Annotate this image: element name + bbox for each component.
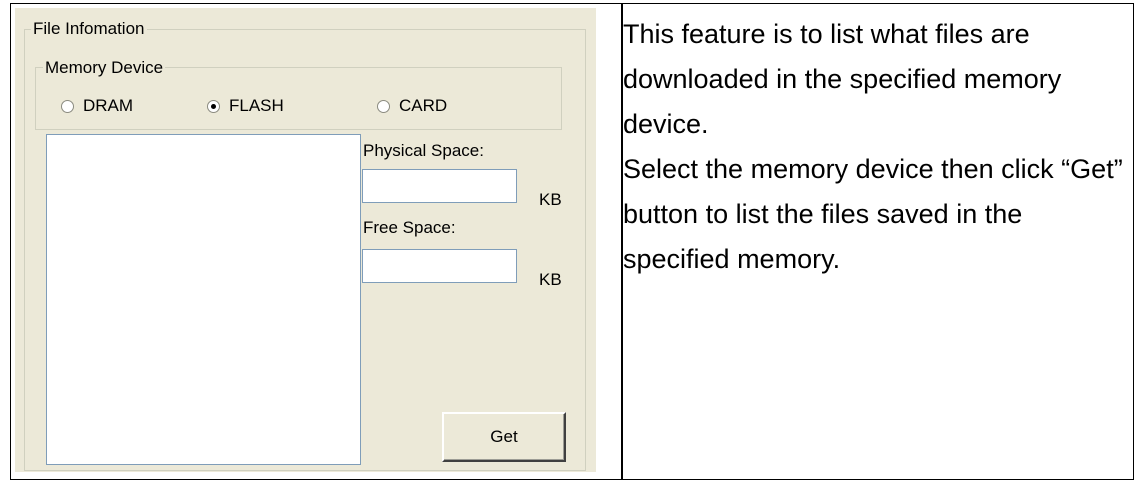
file-list[interactable] — [46, 134, 361, 465]
description-paragraph-1: This feature is to list what files are d… — [623, 19, 1062, 139]
radio-card[interactable]: CARD — [377, 95, 447, 117]
free-space-unit: KB — [539, 270, 562, 289]
file-information-panel: File Infomation Memory Device DRAM FLASH… — [15, 8, 596, 472]
physical-space-field[interactable] — [362, 169, 517, 203]
radio-circle[interactable] — [377, 99, 390, 113]
memory-device-title: Memory Device — [43, 58, 166, 78]
free-space-label: Free Space: — [363, 218, 456, 237]
radio-dram-label[interactable]: DRAM — [83, 96, 133, 116]
radio-card-label[interactable]: CARD — [399, 96, 447, 116]
radio-flash-label[interactable]: FLASH — [229, 96, 284, 116]
free-space-field[interactable] — [362, 249, 517, 283]
radio-circle[interactable] — [61, 99, 74, 113]
radio-circle[interactable] — [207, 99, 220, 113]
physical-space-label: Physical Space: — [363, 141, 484, 160]
radio-dram[interactable]: DRAM — [61, 95, 133, 117]
radio-dot — [211, 103, 216, 109]
radio-flash[interactable]: FLASH — [207, 95, 284, 117]
feature-description: This feature is to list what files are d… — [623, 12, 1123, 282]
physical-space-unit: KB — [539, 190, 562, 209]
get-button[interactable]: Get — [442, 412, 566, 462]
file-information-title: File Infomation — [31, 19, 147, 39]
description-paragraph-2: Select the memory device then click “Get… — [623, 154, 1123, 274]
